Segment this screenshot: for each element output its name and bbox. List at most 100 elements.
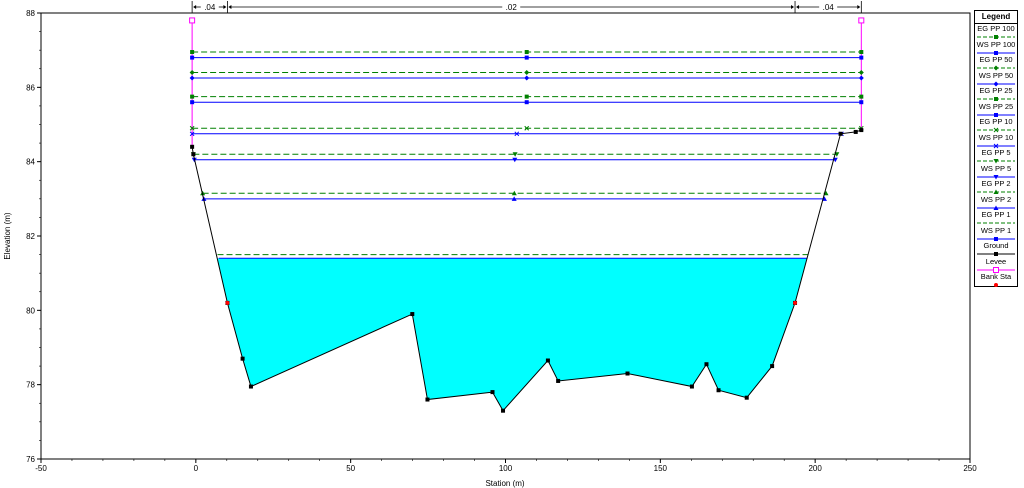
y-tick-label: 84 xyxy=(26,158,35,167)
x-tick-label: 0 xyxy=(194,464,199,473)
legend-item-label: WS PP 1 xyxy=(980,225,1012,235)
legend-item: EG PP 50 xyxy=(975,55,1017,71)
legend-item-label: WS PP 5 xyxy=(980,163,1012,173)
series-marker xyxy=(190,55,195,60)
ground-point xyxy=(545,358,550,363)
series-marker xyxy=(190,100,195,105)
legend-item: Bank Sta xyxy=(975,272,1017,288)
n-arrow xyxy=(223,5,227,9)
plot-area: -50 0 50 100 150 200 250 76 78 80 82 84 86 88 .04 .02 .0… xyxy=(26,1,977,473)
ground-point xyxy=(501,408,506,413)
n-arrow xyxy=(228,5,232,9)
legend-item-label: Levee xyxy=(985,256,1007,266)
legend-item: WS PP 2 xyxy=(975,195,1017,211)
legend-item-label: Bank Sta xyxy=(980,272,1012,281)
ground-point xyxy=(490,390,495,395)
n-arrow xyxy=(796,5,800,9)
cross-section-chart: -50 0 50 100 150 200 250 76 78 80 82 84 86 88 .04 .02 .0… xyxy=(3,1,977,488)
bank-station-marker xyxy=(793,300,798,305)
levee-marker xyxy=(858,17,865,24)
legend-item: EG PP 10 xyxy=(975,117,1017,133)
ground-point xyxy=(770,364,775,369)
ground-point xyxy=(704,362,709,367)
series-marker xyxy=(858,75,864,81)
x-tick-label: -50 xyxy=(35,464,47,473)
legend-item: WS PP 1 xyxy=(975,226,1017,242)
legend-item-label: WS PP 2 xyxy=(980,194,1012,204)
levee-marker xyxy=(189,17,196,24)
legend-item: EG PP 25 xyxy=(975,86,1017,102)
series-marker xyxy=(524,75,530,81)
ground-point xyxy=(190,144,195,149)
legend-item: Levee xyxy=(975,257,1017,273)
legend-item-label: EG PP 5 xyxy=(981,148,1011,157)
y-tick-label: 88 xyxy=(26,9,35,18)
legend-swatch-marker xyxy=(994,236,998,241)
n-arrow xyxy=(857,5,861,9)
legend-item: EG PP 2 xyxy=(975,179,1017,195)
series-marker xyxy=(524,55,529,60)
x-tick-label: 150 xyxy=(654,464,668,473)
legend-item: WS PP 5 xyxy=(975,163,1017,179)
legend-item-label: WS PP 50 xyxy=(978,70,1014,80)
ground-point xyxy=(191,152,196,157)
legend-item-label: EG PP 50 xyxy=(979,55,1013,64)
legend-title: Legend xyxy=(975,11,1017,24)
ground-point xyxy=(716,388,721,393)
legend: Legend EG PP 100 WS PP 100 EG PP 50 WS PP 5… xyxy=(974,10,1018,287)
legend-item-label: WS PP 100 xyxy=(976,39,1016,49)
series-marker xyxy=(858,69,864,75)
ground-point xyxy=(425,397,430,402)
legend-swatch-marker xyxy=(994,35,998,39)
series-marker xyxy=(524,94,529,99)
legend-item: Ground xyxy=(975,241,1017,257)
y-tick-label: 78 xyxy=(26,381,35,390)
legend-swatch-marker xyxy=(994,252,998,256)
x-tick-label: 200 xyxy=(808,464,822,473)
y-tick-label: 86 xyxy=(26,83,35,92)
legend-swatch xyxy=(994,283,998,287)
bank-station-marker xyxy=(225,300,230,305)
series-marker xyxy=(524,69,530,75)
series-marker xyxy=(859,100,864,105)
ground-point xyxy=(556,378,561,383)
legend-item-label: EG PP 25 xyxy=(979,86,1013,95)
ground-point xyxy=(248,384,253,389)
series-marker xyxy=(190,50,195,55)
n-arrow xyxy=(193,5,197,9)
x-tick-label: 100 xyxy=(499,464,513,473)
legend-item-label: EG PP 100 xyxy=(977,24,1015,33)
legend-item: WS PP 50 xyxy=(975,70,1017,86)
series-marker xyxy=(189,75,195,81)
y-tick-label: 82 xyxy=(26,232,35,241)
ground-point xyxy=(744,395,749,400)
y-tick-label: 80 xyxy=(26,306,35,315)
legend-item: WS PP 100 xyxy=(975,40,1017,56)
legend-swatch-marker xyxy=(994,283,998,287)
series-marker xyxy=(859,50,864,55)
series-marker xyxy=(859,94,864,99)
x-tick-label: 250 xyxy=(963,464,977,473)
legend-item-label: Ground xyxy=(983,241,1009,250)
legend-item: EG PP 1 xyxy=(975,210,1017,226)
n-value-label: .04 xyxy=(823,3,835,12)
ground-point xyxy=(838,131,843,136)
ground-point xyxy=(625,371,630,376)
series-marker xyxy=(524,50,529,55)
ground-point xyxy=(410,312,415,317)
y-axis-title: Elevation (m) xyxy=(3,212,12,259)
legend-item-label: WS PP 25 xyxy=(978,101,1014,111)
series-marker xyxy=(189,69,195,75)
legend-swatch-marker xyxy=(994,50,998,55)
x-tick-label: 50 xyxy=(346,464,355,473)
legend-item: WS PP 25 xyxy=(975,102,1017,118)
legend-items: EG PP 100 WS PP 100 EG PP 50 WS PP 50 EG PP … xyxy=(975,24,1017,288)
legend-item-label: EG PP 10 xyxy=(979,117,1013,126)
series-marker xyxy=(524,100,529,105)
legend-item-label: EG PP 1 xyxy=(981,210,1011,219)
y-tick-label: 76 xyxy=(26,455,35,464)
ground-point xyxy=(859,128,864,133)
n-arrow xyxy=(791,5,795,9)
legend-swatch-marker xyxy=(994,97,998,101)
series-marker xyxy=(190,94,195,99)
